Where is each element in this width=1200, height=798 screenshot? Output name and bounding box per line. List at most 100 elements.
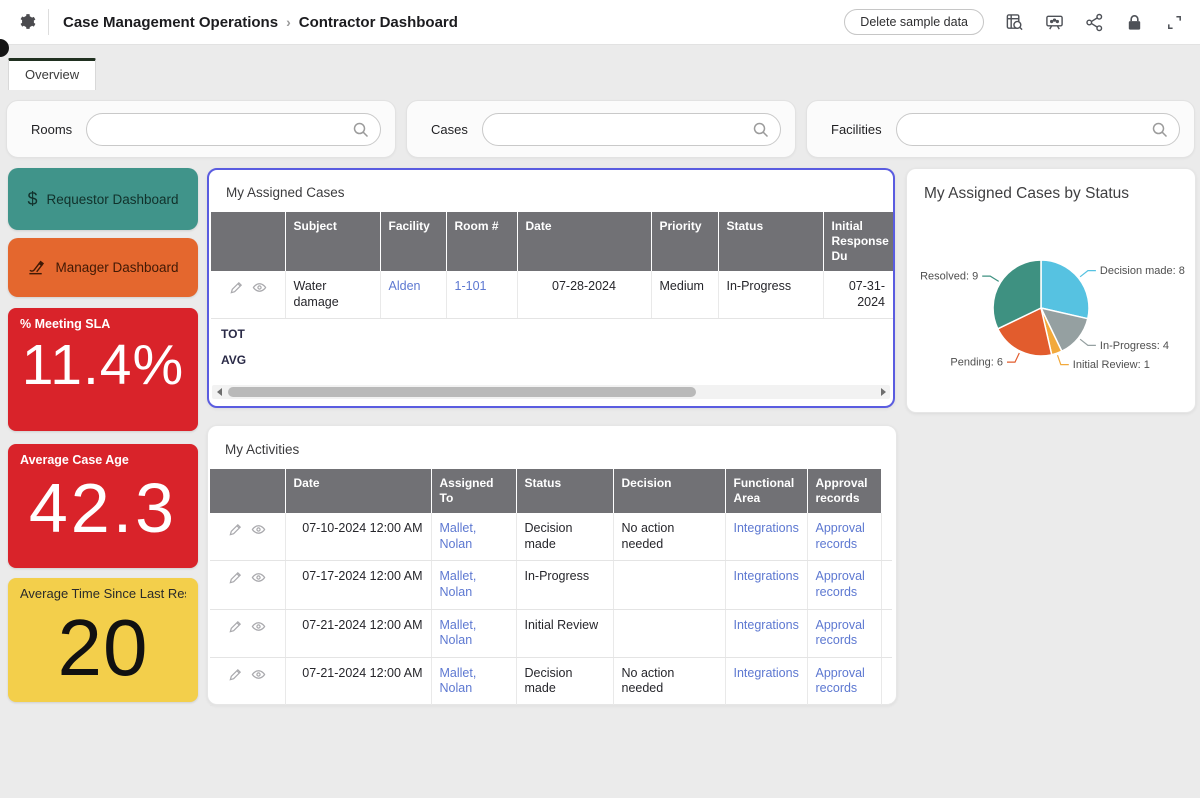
presentation-icon[interactable]	[1045, 13, 1064, 32]
summary-total-label: TOT	[209, 319, 893, 345]
requestor-dashboard-label: Requestor Dashboard	[46, 192, 178, 207]
column-header-filler	[881, 469, 892, 513]
assigned-to-link[interactable]: Mallet, Nolan	[440, 569, 477, 599]
cases-search-pill	[482, 113, 781, 146]
row-actions	[218, 618, 277, 634]
scrollbar-thumb[interactable]	[228, 387, 696, 397]
case-row: Water damage Alden 1-101 07-28-2024 Medi…	[211, 271, 893, 319]
approval-records-link[interactable]: Approval records	[816, 618, 865, 648]
cases-by-status-pie-chart[interactable]: Decision made: 8In-Progress: 4Initial Re…	[907, 169, 1197, 414]
kpi-avg-time-label: Average Time Since Last Resp...	[20, 587, 186, 602]
facilities-search-pill	[896, 113, 1180, 146]
edit-pencil-icon[interactable]	[228, 570, 243, 585]
cell-priority: Medium	[651, 271, 718, 319]
pie-label-line-pending	[1007, 353, 1019, 362]
kpi-meeting-sla: % Meeting SLA 11.4%	[8, 308, 198, 431]
column-header-status[interactable]: Status	[516, 469, 613, 513]
column-header-decision[interactable]: Decision	[613, 469, 725, 513]
top-bar: Case Management Operations › Contractor …	[0, 0, 1200, 45]
cell-subject: Water damage	[285, 271, 380, 319]
column-header-subject[interactable]: Subject	[285, 212, 380, 271]
delete-sample-data-button[interactable]: Delete sample data	[844, 9, 984, 35]
room-link[interactable]: 1-101	[455, 279, 487, 293]
column-header-facility[interactable]: Facility	[380, 212, 446, 271]
my-assigned-cases-table: Subject Facility Room # Date Priority St…	[211, 212, 893, 319]
row-actions	[218, 521, 277, 537]
edit-pencil-icon[interactable]	[229, 280, 244, 295]
cases-search-input[interactable]	[483, 114, 780, 145]
breadcrumb-app-link[interactable]: Case Management Operations	[63, 14, 278, 31]
pie-label-line-decision-made	[1080, 271, 1096, 277]
functional-area-link[interactable]: Integrations	[734, 618, 799, 632]
column-header-functional-area[interactable]: Functional Area	[725, 469, 807, 513]
pie-label-line-in-progress	[1080, 339, 1096, 345]
cell-decision: No action needed	[613, 513, 725, 561]
view-eye-icon[interactable]	[251, 667, 266, 682]
expand-icon[interactable]	[1165, 13, 1184, 32]
scroll-left-button[interactable]	[212, 385, 226, 399]
edit-pencil-icon[interactable]	[228, 522, 243, 537]
column-header-initial-response-due[interactable]: Initial Response Du	[823, 212, 893, 271]
rooms-search-input[interactable]	[87, 114, 380, 145]
functional-area-link[interactable]: Integrations	[734, 666, 799, 680]
cell-status: In-Progress	[516, 561, 613, 609]
scrollbar-track[interactable]	[226, 387, 876, 397]
assigned-to-link[interactable]: Mallet, Nolan	[440, 666, 477, 696]
kpi-average-case-age: Average Case Age 42.3	[8, 444, 198, 568]
column-header-date[interactable]: Date	[285, 469, 431, 513]
scroll-right-button[interactable]	[876, 385, 890, 399]
cell-decision: No action needed	[613, 657, 725, 705]
column-header-room[interactable]: Room #	[446, 212, 517, 271]
share-icon[interactable]	[1085, 13, 1104, 32]
kpi-average-case-age-label: Average Case Age	[20, 453, 186, 467]
cell-status: Decision made	[516, 657, 613, 705]
activity-row: 07-10-2024 12:00 AM Mallet, Nolan Decisi…	[210, 513, 892, 561]
breadcrumb: Case Management Operations › Contractor …	[63, 14, 458, 31]
breadcrumb-page-title: Contractor Dashboard	[299, 14, 458, 31]
tab-overview[interactable]: Overview	[8, 58, 96, 90]
cell-decision	[613, 609, 725, 657]
lock-icon[interactable]	[1125, 13, 1144, 32]
view-eye-icon[interactable]	[251, 619, 266, 634]
column-header-actions	[211, 212, 285, 271]
row-actions	[219, 279, 277, 295]
pie-label-initial-review: Initial Review: 1	[1073, 359, 1150, 371]
edit-pencil-icon[interactable]	[228, 667, 243, 682]
report-search-icon[interactable]	[1005, 13, 1024, 32]
column-header-status[interactable]: Status	[718, 212, 823, 271]
my-activities-panel: My Activities Date Assigned To Status De…	[207, 425, 897, 705]
edit-pencil-icon[interactable]	[228, 619, 243, 634]
settings-gear-icon[interactable]	[16, 11, 38, 33]
assigned-to-link[interactable]: Mallet, Nolan	[440, 618, 477, 648]
approval-records-link[interactable]: Approval records	[816, 666, 865, 696]
column-header-approval-records[interactable]: Approval records	[807, 469, 881, 513]
assigned-to-link[interactable]: Mallet, Nolan	[440, 521, 477, 551]
kpi-average-case-age-value: 42.3	[20, 473, 186, 543]
signature-icon	[27, 258, 46, 277]
dollar-icon: $	[27, 189, 37, 210]
cell-status: In-Progress	[718, 271, 823, 319]
row-actions	[218, 666, 277, 682]
cell-date: 07-28-2024	[517, 271, 651, 319]
kpi-avg-time-since-last-response: Average Time Since Last Resp... 20	[8, 578, 198, 702]
horizontal-scrollbar	[212, 385, 890, 399]
view-eye-icon[interactable]	[251, 522, 266, 537]
requestor-dashboard-button[interactable]: $ Requestor Dashboard	[8, 168, 198, 230]
approval-records-link[interactable]: Approval records	[816, 521, 865, 551]
view-eye-icon[interactable]	[252, 280, 267, 295]
view-eye-icon[interactable]	[251, 570, 266, 585]
column-header-priority[interactable]: Priority	[651, 212, 718, 271]
facilities-search-input[interactable]	[897, 114, 1179, 145]
functional-area-link[interactable]: Integrations	[734, 569, 799, 583]
facilities-filter-card: Facilities	[806, 100, 1195, 158]
functional-area-link[interactable]: Integrations	[734, 521, 799, 535]
column-header-date[interactable]: Date	[517, 212, 651, 271]
facility-link[interactable]: Alden	[389, 279, 421, 293]
cell-date: 07-21-2024 12:00 AM	[285, 609, 431, 657]
my-assigned-cases-title: My Assigned Cases	[209, 170, 893, 212]
approval-records-link[interactable]: Approval records	[816, 569, 865, 599]
column-header-assigned-to[interactable]: Assigned To	[431, 469, 516, 513]
cases-by-status-panel: My Assigned Cases by Status Decision mad…	[906, 168, 1196, 413]
manager-dashboard-button[interactable]: Manager Dashboard	[8, 238, 198, 297]
pie-label-line-resolved	[982, 276, 999, 281]
